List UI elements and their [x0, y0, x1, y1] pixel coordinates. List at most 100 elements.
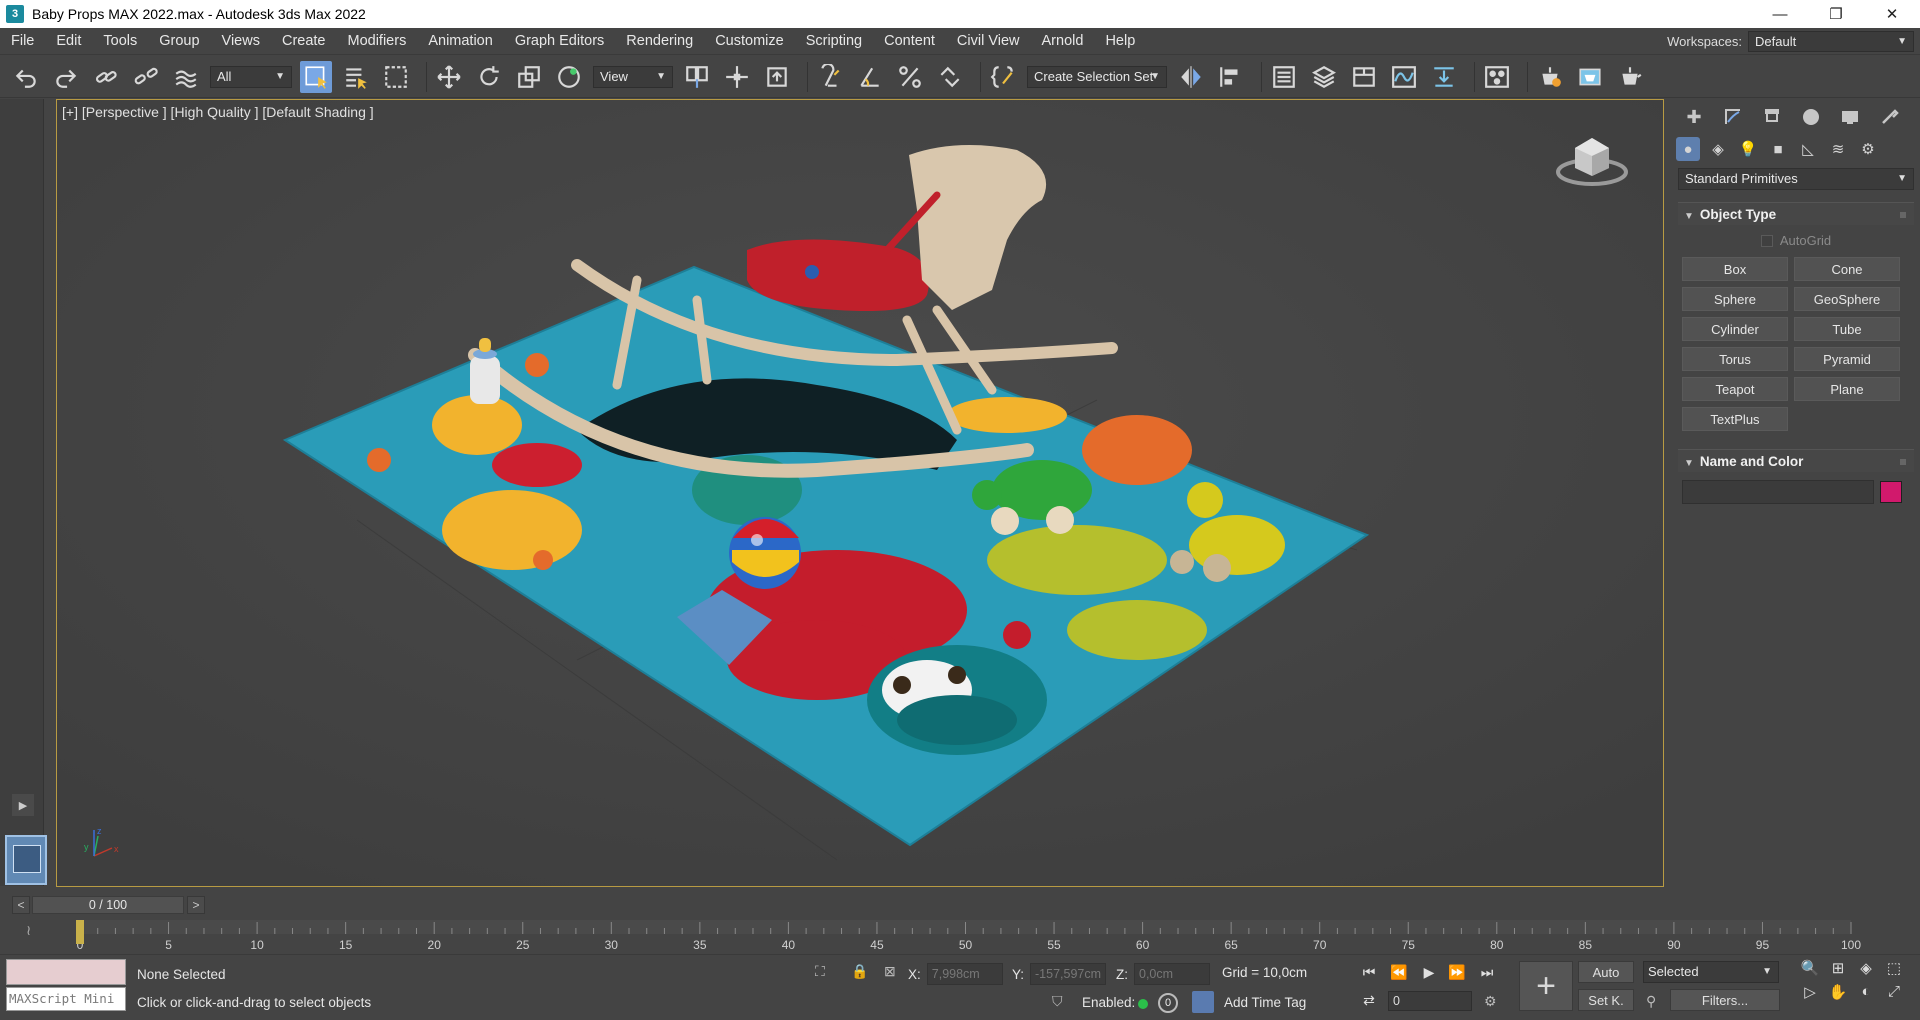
- menu-arnold[interactable]: Arnold: [1031, 28, 1095, 55]
- menu-content[interactable]: Content: [873, 28, 946, 55]
- auto-key-button[interactable]: Auto: [1578, 961, 1634, 983]
- maximize-viewport-icon[interactable]: ⤢: [1880, 983, 1908, 1001]
- material-editor-icon[interactable]: [1481, 61, 1513, 93]
- textplus-button[interactable]: TextPlus: [1682, 407, 1788, 431]
- pan-view-icon[interactable]: ✋: [1824, 983, 1852, 1001]
- track-bar[interactable]: ≀ 0 5 10 15 20 25 30 35 40 45 50 55 60 65 70 75 80 85 90 95…: [0, 918, 1920, 954]
- time-slider-next-button[interactable]: >: [187, 896, 205, 914]
- autogrid-checkbox[interactable]: AutoGrid: [1672, 233, 1920, 248]
- adaptive-degradation-icon[interactable]: ⛉: [1052, 993, 1063, 1010]
- select-and-scale-icon[interactable]: [513, 61, 545, 93]
- orbit-icon[interactable]: ◐: [1852, 983, 1880, 1001]
- menu-scripting[interactable]: Scripting: [795, 28, 873, 55]
- enabled-status-dot[interactable]: [1138, 999, 1148, 1009]
- zoom-extents-all-icon[interactable]: ⬚: [1880, 959, 1908, 977]
- unlink-selection-icon[interactable]: [130, 61, 162, 93]
- menu-group[interactable]: Group: [148, 28, 210, 55]
- tube-button[interactable]: Tube: [1794, 317, 1900, 341]
- add-time-tag-label[interactable]: Add Time Tag: [1224, 995, 1306, 1010]
- named-selection-set-dropdown[interactable]: Create Selection Set ▼: [1027, 65, 1167, 88]
- hierarchy-tab-icon[interactable]: [1756, 102, 1788, 132]
- object-type-rollout[interactable]: ▼ Object Type: [1678, 202, 1914, 225]
- key-mode-toggle-icon[interactable]: ⇄: [1358, 989, 1380, 1011]
- autogrid-checkbox-box[interactable]: [1760, 234, 1773, 247]
- display-tab-icon[interactable]: [1834, 102, 1866, 132]
- viewport-layout-thumbnail[interactable]: [5, 835, 47, 885]
- utilities-tab-icon[interactable]: [1873, 102, 1905, 132]
- shapes-icon[interactable]: ◈: [1706, 137, 1730, 161]
- expand-viewport-layouts-icon[interactable]: ▶: [12, 794, 34, 816]
- undo-icon[interactable]: [10, 61, 42, 93]
- motion-tab-icon[interactable]: [1795, 102, 1827, 132]
- cameras-icon[interactable]: ■: [1766, 137, 1790, 161]
- systems-icon[interactable]: ⚙: [1856, 137, 1880, 161]
- menu-modifiers[interactable]: Modifiers: [337, 28, 418, 55]
- workspace-dropdown[interactable]: Default ▼: [1748, 31, 1914, 52]
- menu-tools[interactable]: Tools: [92, 28, 148, 55]
- set-key-button[interactable]: Set K.: [1578, 989, 1634, 1011]
- previous-frame-icon[interactable]: ⏪: [1388, 961, 1410, 983]
- select-and-place-icon[interactable]: [553, 61, 585, 93]
- go-to-start-icon[interactable]: ⏮: [1358, 961, 1380, 983]
- sphere-button[interactable]: Sphere: [1682, 287, 1788, 311]
- select-by-name-icon[interactable]: [340, 61, 372, 93]
- menu-file[interactable]: File: [0, 28, 45, 55]
- current-frame-marker[interactable]: [76, 920, 84, 944]
- select-and-manipulate-icon[interactable]: [721, 61, 753, 93]
- geometry-icon[interactable]: ●: [1676, 137, 1700, 161]
- set-key-plus-icon[interactable]: +: [1519, 961, 1573, 1011]
- snaps-toggle-icon[interactable]: [814, 61, 846, 93]
- menu-rendering[interactable]: Rendering: [615, 28, 704, 55]
- reference-coordinate-dropdown[interactable]: View ▼: [593, 65, 673, 88]
- x-coordinate-field[interactable]: 7,998cm: [926, 963, 1003, 985]
- object-name-input[interactable]: [1682, 480, 1874, 504]
- restore-button[interactable]: ❐: [1808, 0, 1864, 28]
- zoom-icon[interactable]: 🔍: [1796, 959, 1824, 977]
- zoom-all-icon[interactable]: ⊞: [1824, 959, 1852, 977]
- absolute-transform-icon[interactable]: ⊠: [884, 963, 896, 980]
- curve-editor-icon[interactable]: [1388, 61, 1420, 93]
- bind-to-space-warp-icon[interactable]: [170, 61, 202, 93]
- maxscript-listener-output[interactable]: [6, 959, 126, 985]
- default-in-out-tangents-icon[interactable]: ⚲: [1646, 993, 1656, 1010]
- cone-button[interactable]: Cone: [1794, 257, 1900, 281]
- rectangular-selection-icon[interactable]: [380, 61, 412, 93]
- time-slider-prev-button[interactable]: <: [12, 896, 30, 914]
- menu-graph-editors[interactable]: Graph Editors: [504, 28, 615, 55]
- object-color-swatch[interactable]: [1880, 481, 1902, 503]
- selection-filter-dropdown[interactable]: All ▼: [210, 65, 292, 88]
- rendered-frame-window-icon[interactable]: [1574, 61, 1606, 93]
- isolate-selection-icon[interactable]: ⛶: [815, 963, 825, 980]
- menu-animation[interactable]: Animation: [417, 28, 503, 55]
- create-tab-icon[interactable]: ✚: [1678, 102, 1710, 132]
- time-config-badge[interactable]: 0: [1158, 993, 1178, 1013]
- menu-help[interactable]: Help: [1094, 28, 1146, 55]
- current-frame-field[interactable]: 0: [1388, 991, 1472, 1011]
- key-filter-dropdown[interactable]: Selected ▼: [1643, 961, 1779, 983]
- keyboard-shortcut-override-icon[interactable]: [761, 61, 793, 93]
- y-coordinate-field[interactable]: -157,597cm: [1030, 963, 1107, 985]
- edit-named-selection-icon[interactable]: [987, 61, 1019, 93]
- go-to-end-icon[interactable]: ⏭: [1476, 961, 1498, 983]
- name-and-color-rollout[interactable]: ▼ Name and Color: [1678, 449, 1914, 472]
- field-of-view-icon[interactable]: ▷: [1796, 983, 1824, 1001]
- pyramid-button[interactable]: Pyramid: [1794, 347, 1900, 371]
- next-frame-icon[interactable]: ⏩: [1446, 961, 1468, 983]
- select-and-link-icon[interactable]: [90, 61, 122, 93]
- time-tag-icon[interactable]: [1192, 991, 1214, 1013]
- modify-tab-icon[interactable]: [1717, 102, 1749, 132]
- perspective-viewport[interactable]: [+] [Perspective ] [High Quality ] [Defa…: [56, 99, 1664, 887]
- viewcube-icon[interactable]: [1555, 128, 1629, 188]
- menu-edit[interactable]: Edit: [45, 28, 92, 55]
- torus-button[interactable]: Torus: [1682, 347, 1788, 371]
- schematic-view-icon[interactable]: [1428, 61, 1460, 93]
- menu-views[interactable]: Views: [211, 28, 271, 55]
- lights-icon[interactable]: 💡: [1736, 137, 1760, 161]
- percent-snap-icon[interactable]: [894, 61, 926, 93]
- viewport-label[interactable]: [+] [Perspective ] [High Quality ] [Defa…: [62, 104, 374, 120]
- minimize-button[interactable]: —: [1752, 0, 1808, 28]
- pivot-center-icon[interactable]: [681, 61, 713, 93]
- geosphere-button[interactable]: GeoSphere: [1794, 287, 1900, 311]
- box-button[interactable]: Box: [1682, 257, 1788, 281]
- spinner-snap-icon[interactable]: [934, 61, 966, 93]
